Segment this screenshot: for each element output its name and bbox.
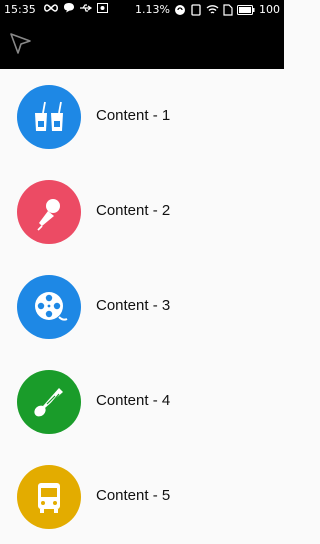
status-left-icons <box>43 2 108 13</box>
data-speed-unit: % <box>159 3 170 16</box>
list-item[interactable]: Content - 5 <box>0 449 284 544</box>
battery-level: 100 <box>259 3 280 16</box>
list-item[interactable]: Content - 1 <box>0 69 284 164</box>
data-speed-value: 1.13 <box>135 3 160 16</box>
infinity-icon <box>44 3 58 12</box>
drinks-icon <box>35 101 63 131</box>
battery-icon <box>237 4 255 15</box>
sim-icon <box>223 3 233 16</box>
item-label: Content - 2 <box>96 202 171 219</box>
item-label: Content - 3 <box>96 297 171 314</box>
photo-icon <box>97 3 108 13</box>
item-avatar <box>17 275 81 339</box>
sync-icon <box>175 4 185 15</box>
status-time: 15:35 <box>4 3 36 16</box>
wifi-icon <box>206 5 219 14</box>
data-speed: 1.13% <box>135 3 170 16</box>
usb-icon <box>80 3 93 12</box>
content-list: Content - 1 Content - 2 Content - 3 Cont… <box>0 69 284 529</box>
list-item[interactable]: Content - 3 <box>0 259 284 354</box>
item-label: Content - 4 <box>96 392 171 409</box>
item-avatar <box>17 370 81 434</box>
item-avatar <box>17 465 81 529</box>
status-bar: 15:35 1.13% 100 <box>0 0 284 20</box>
navigation-arrow-icon[interactable] <box>8 31 34 57</box>
chat-icon <box>64 3 74 13</box>
item-avatar <box>17 180 81 244</box>
shuttlecock-icon <box>34 388 63 417</box>
toolbar <box>0 20 284 69</box>
list-item[interactable]: Content - 2 <box>0 164 284 259</box>
microphone-icon <box>37 199 60 231</box>
list-item[interactable]: Content - 4 <box>0 354 284 449</box>
status-right: 1.13% 100 <box>135 3 280 16</box>
item-label: Content - 1 <box>96 107 171 124</box>
film-reel-icon <box>35 292 68 321</box>
rotate-icon <box>191 3 201 16</box>
bus-icon <box>38 483 60 513</box>
item-avatar <box>17 85 81 149</box>
item-label: Content - 5 <box>96 487 171 504</box>
